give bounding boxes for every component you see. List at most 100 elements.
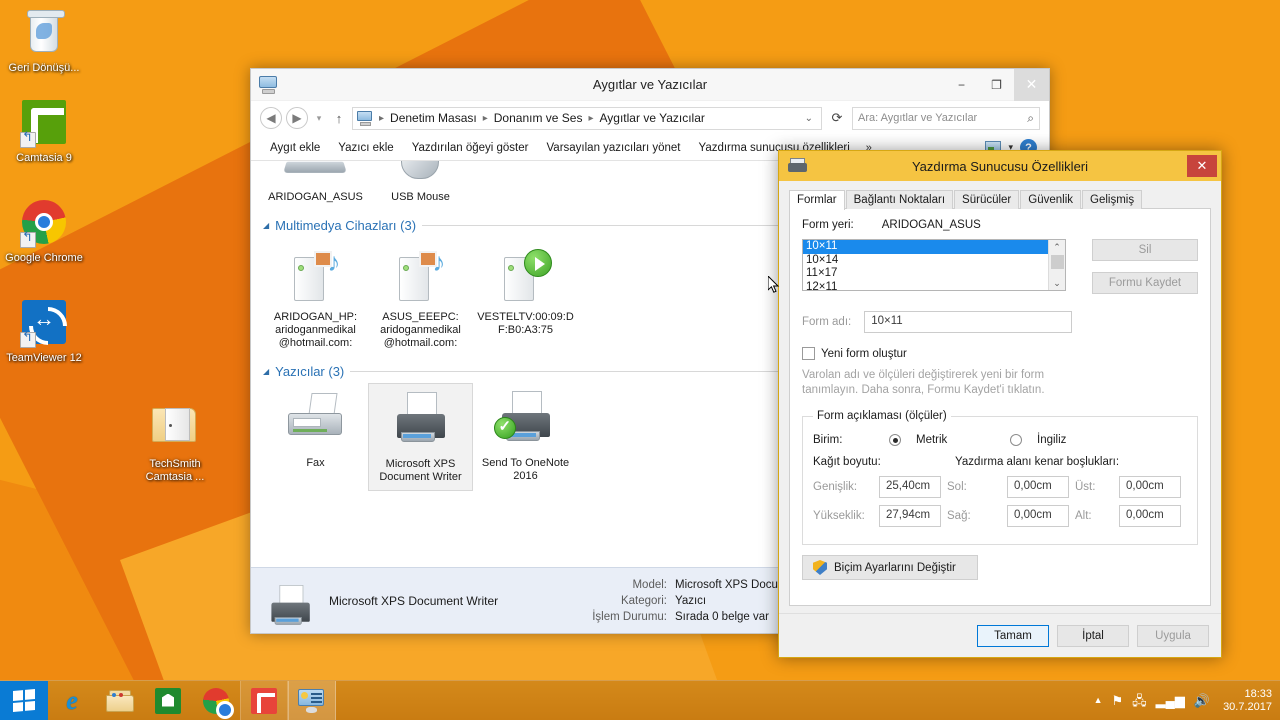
list-item[interactable]: 12×11 <box>803 281 1048 292</box>
form-description-group: Form açıklaması (ölçüler) Birim: Metrik … <box>802 410 1198 545</box>
show-hidden-icons-button[interactable]: ▲ <box>1094 696 1103 705</box>
printer-item-microsoft-xps-writer[interactable]: Microsoft XPS Document Writer <box>368 383 473 491</box>
taskbar-chrome[interactable] <box>192 681 240 720</box>
details-key: Model: <box>571 577 667 593</box>
apply-button[interactable]: Uygula <box>1137 625 1209 647</box>
new-form-checkbox[interactable] <box>802 347 815 360</box>
tab-gelismis[interactable]: Gelişmiş <box>1082 190 1142 209</box>
scroll-up-icon[interactable]: ⌃ <box>1049 240 1065 254</box>
device-item-vestel-tv[interactable]: VESTELTV:00:09:D F:B0:A3:75 <box>473 237 578 356</box>
group-title: Multimedya Cihazları (3) <box>275 218 416 233</box>
toolbar-item-add-printer[interactable]: Yazıcı ekle <box>329 139 402 157</box>
chevron-down-icon[interactable]: ⌄ <box>801 113 817 124</box>
form-list-row: 10×11 10×14 11×17 12×11 ⌃ ⌄ Sil <box>802 239 1198 294</box>
breadcrumb[interactable]: ▸ Denetim Masası ▸ Donanım ve Ses ▸ Aygı… <box>352 107 822 130</box>
signal-icon[interactable]: ▂▄▆ <box>1156 694 1185 707</box>
taskbar-file-explorer[interactable] <box>96 681 144 720</box>
dialog-tabs: Formlar Bağlantı Noktaları Sürücüler Güv… <box>789 189 1211 209</box>
toolbar-item-manage-default-printers[interactable]: Varsayılan yazıcıları yönet <box>537 139 689 157</box>
recent-locations-button[interactable]: ▾ <box>312 107 326 129</box>
desktop-icon-techsmith-camtasia[interactable]: TechSmith Camtasia ... <box>133 400 217 484</box>
form-list-scrollbar[interactable]: ⌃ ⌄ <box>1048 240 1065 290</box>
height-input[interactable]: 27,94cm <box>879 505 941 527</box>
unit-label: Birim: <box>813 434 879 446</box>
delete-form-button[interactable]: Sil <box>1092 239 1198 261</box>
clock[interactable]: 18:33 30.7.2017 <box>1219 688 1272 714</box>
new-form-checkbox-row[interactable]: Yeni form oluştur <box>802 347 1198 360</box>
window-title: Aygıtlar ve Yazıcılar <box>251 77 1049 92</box>
desktop[interactable]: Geri Dönüşü... Camtasia 9 Google Chrome … <box>0 0 1280 720</box>
system-tray: ▲ ⚑ 🖧 ▂▄▆ 🔊 18:33 30.7.2017 <box>1094 688 1280 714</box>
scrollbar-thumb[interactable] <box>1051 255 1064 269</box>
tab-formlar[interactable]: Formlar <box>789 190 845 210</box>
list-item[interactable]: 10×11 <box>803 240 1048 254</box>
toolbar-item-see-whats-printing[interactable]: Yazdırılan öğeyi göster <box>403 139 538 157</box>
device-item-aridogan-asus[interactable]: ARIDOGAN_ASUS <box>263 161 368 210</box>
form-name-row: Form adı: 10×11 <box>802 311 1198 333</box>
change-format-settings-button[interactable]: Biçim Ayarlarını Değiştir <box>802 555 978 580</box>
back-button[interactable]: ◀ <box>260 107 282 129</box>
device-item-aridogan-hp[interactable]: ♪ ARIDOGAN_HP: aridoganmedikal @hotmail.… <box>263 237 368 356</box>
refresh-icon[interactable]: ⟳ <box>826 107 848 129</box>
cancel-button[interactable]: İptal <box>1057 625 1129 647</box>
ok-button[interactable]: Tamam <box>977 625 1049 647</box>
scroll-down-icon[interactable]: ⌄ <box>1049 276 1065 290</box>
camtasia-icon <box>20 100 68 148</box>
search-input[interactable]: Ara: Aygıtlar ve Yazıcılar ⌕ <box>852 107 1040 130</box>
list-item[interactable]: 10×14 <box>803 254 1048 268</box>
desktop-icon-recycle-bin[interactable]: Geri Dönüşü... <box>2 10 86 75</box>
unit-radio-english[interactable] <box>1010 434 1022 446</box>
margins-label: Yazdırma alanı kenar boşlukları: <box>955 456 1119 468</box>
desktop-icon-google-chrome[interactable]: Google Chrome <box>2 198 86 265</box>
toolbar-item-add-device[interactable]: Aygıt ekle <box>261 139 329 157</box>
desktop-icon-camtasia-9[interactable]: Camtasia 9 <box>2 98 86 165</box>
taskbar-camtasia[interactable] <box>240 681 288 720</box>
printer-item-fax[interactable]: Fax <box>263 383 368 491</box>
details-name: Microsoft XPS Document Writer <box>329 594 559 608</box>
breadcrumb-item-2[interactable]: Aygıtlar ve Yazıcılar <box>597 110 708 126</box>
camtasia-icon <box>251 688 277 714</box>
window-title-bar[interactable]: Aygıtlar ve Yazıcılar − ❐ ✕ <box>251 69 1049 101</box>
unit-radio-metric[interactable] <box>889 434 901 446</box>
taskbar-internet-explorer[interactable]: e <box>48 681 96 720</box>
bottom-margin-label: Alt: <box>1075 510 1119 522</box>
collapse-triangle-icon[interactable]: ◢ <box>263 221 269 230</box>
print-server-properties-dialog[interactable]: Yazdırma Sunucusu Özellikleri ✕ Formlar … <box>778 150 1222 658</box>
top-margin-input[interactable]: 0,00cm <box>1119 476 1181 498</box>
form-list[interactable]: 10×11 10×14 11×17 12×11 ⌃ ⌄ <box>802 239 1066 291</box>
form-name-input[interactable]: 10×11 <box>864 311 1072 333</box>
save-form-button[interactable]: Formu Kaydet <box>1092 272 1198 294</box>
breadcrumb-sep: ▸ <box>379 113 384 124</box>
device-item-asus-eeepc[interactable]: ♪ ASUS_EEEPC: aridoganmedikal @hotmail.c… <box>368 237 473 356</box>
desktop-icon-teamviewer-12[interactable]: TeamViewer 12 <box>2 298 86 365</box>
taskbar[interactable]: e ▲ ⚑ 🖧 ▂▄▆ 🔊 18:33 <box>0 680 1280 720</box>
dialog-title-bar[interactable]: Yazdırma Sunucusu Özellikleri ✕ <box>779 151 1221 181</box>
tab-guvenlik[interactable]: Güvenlik <box>1020 190 1081 209</box>
left-margin-input[interactable]: 0,00cm <box>1007 476 1069 498</box>
printer-item-send-to-onenote[interactable]: Send To OneNote 2016 <box>473 383 578 491</box>
store-icon <box>155 688 181 714</box>
device-item-usb-mouse[interactable]: USB Mouse <box>368 161 473 210</box>
flag-icon[interactable]: ⚑ <box>1112 694 1124 707</box>
start-button[interactable] <box>0 681 48 720</box>
right-margin-input[interactable]: 0,00cm <box>1007 505 1069 527</box>
taskbar-store[interactable] <box>144 681 192 720</box>
taskbar-devices-and-printers[interactable] <box>288 681 336 720</box>
width-input[interactable]: 25,40cm <box>879 476 941 498</box>
breadcrumb-item-0[interactable]: Denetim Masası <box>387 110 480 126</box>
volume-icon[interactable]: 🔊 <box>1194 694 1210 707</box>
list-item[interactable]: 11×17 <box>803 267 1048 281</box>
bottom-margin-input[interactable]: 0,00cm <box>1119 505 1181 527</box>
breadcrumb-sep: ▸ <box>483 113 488 124</box>
laptop-icon <box>284 161 348 187</box>
tab-baglanti-noktalari[interactable]: Bağlantı Noktaları <box>846 190 953 209</box>
forward-button[interactable]: ▶ <box>286 107 308 129</box>
new-form-checkbox-label: Yeni form oluştur <box>821 348 907 360</box>
tab-suruculer[interactable]: Sürücüler <box>954 190 1019 209</box>
collapse-triangle-icon[interactable]: ◢ <box>263 367 269 376</box>
network-icon[interactable]: 🖧 <box>1132 694 1147 707</box>
breadcrumb-item-1[interactable]: Donanım ve Ses <box>491 110 586 126</box>
dialog-close-button[interactable]: ✕ <box>1187 155 1217 177</box>
up-button[interactable]: ↑ <box>330 107 348 129</box>
folder-icon <box>151 406 199 454</box>
